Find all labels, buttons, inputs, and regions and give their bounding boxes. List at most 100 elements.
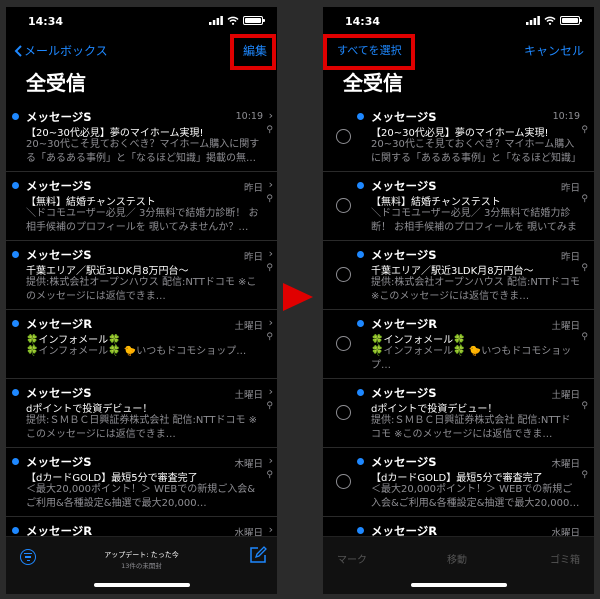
move-button[interactable]: 移動 [447,551,467,566]
message-row[interactable]: メッセージS 昨日 ⚲ 【無料】結婚チャンステスト ＼ドコモユーザー必見／ 3分無料で結… [323,172,594,241]
back-button[interactable]: メールボックス [14,42,108,59]
select-circle[interactable] [336,336,351,351]
message-sender: メッセージR [26,317,93,331]
message-sender: メッセージR [371,317,438,331]
attachment-icon: ⚲ [266,194,273,204]
unread-dot-icon [12,182,19,189]
message-sender: メッセージS [371,110,437,124]
message-row[interactable]: メッセージS 木曜日 ⚲ 【dカードGOLD】最短5分で審査完了 ＜最大20,000ポイ… [323,448,594,517]
mail-screen-right: 14:34 すべてを選択 キャンセル 全受信 メッセージS 10:19 ⚲ 【20~3… [323,7,594,594]
message-row[interactable]: メッセージS 昨日 › ⚲ 千葉エリア／駅近3LDK月8万円台～ 提供:株式会社オープンハ… [6,241,277,310]
message-sender: メッセージS [371,248,437,262]
message-date: 木曜日 [234,459,263,470]
message-list: メッセージS 10:19 › ⚲ 【20~30代必見】夢のマイホーム実現! 20~30代こ… [6,103,277,586]
unread-dot-icon [12,251,19,258]
select-circle[interactable] [336,129,351,144]
chevron-right-icon: › [268,385,273,398]
message-preview: ＜最大20,000ポイント！＞ WEBでの新規ご入会&ご利用&各種設定&抽選で最… [26,484,256,509]
edit-button-highlight [230,34,276,70]
unread-dot-icon [12,320,19,327]
message-date: 木曜日 [551,459,580,470]
mark-button[interactable]: マーク [337,551,367,566]
trash-button[interactable]: ゴミ箱 [550,551,580,566]
message-sender: メッセージS [26,248,92,262]
status-icons [526,16,582,25]
select-circle[interactable] [336,474,351,489]
message-subject: 【dカードGOLD】最短5分で審査完了 [371,473,543,484]
home-indicator [410,583,507,587]
attachment-icon: ⚲ [581,194,588,204]
back-label: メールボックス [24,44,108,58]
compose-icon[interactable] [249,546,267,564]
message-date: 土曜日 [551,321,580,332]
message-date: 土曜日 [234,321,263,332]
message-preview: ＜最大20,000ポイント！＞ WEBでの新規ご入会&ご利用&各種設定&抽選で最… [371,484,580,509]
select-circle[interactable] [336,267,351,282]
wifi-icon [544,16,556,25]
unread-dot-icon [357,182,364,189]
unread-dot-icon [12,527,19,534]
unread-dot-icon [357,458,364,465]
message-row[interactable]: メッセージS 木曜日 › ⚲ 【dカードGOLD】最短5分で審査完了 ＜最大20,000ポ… [6,448,277,517]
chevron-right-icon: › [268,247,273,260]
attachment-icon: ⚲ [266,332,273,342]
transition-arrow-icon [283,283,313,311]
chevron-right-icon: › [268,454,273,467]
wifi-icon [227,16,239,25]
message-preview: 20~30代こそ見ておくべき？マイホーム購入に関する「あるある事例」と「なるほど… [371,139,576,164]
message-row[interactable]: メッセージS 10:19 ⚲ 【20~30代必見】夢のマイホーム実現! 20~30代こそ… [323,103,594,172]
bottom-toolbar: マーク 移動 ゴミ箱 [323,536,594,594]
message-preview: ＼ドコモユーザー必見／ 3分無料で結婚力診断！ お相手候補のプロフィールを 覗い… [26,208,259,233]
message-subject: 🍀インフォメール🍀 [26,335,121,346]
message-row[interactable]: メッセージS 土曜日 › ⚲ dポイントで投資デビュー！ 提供:ＳＭＢＣ日興証券株式会社 … [6,379,277,448]
message-row[interactable]: メッセージS 10:19 › ⚲ 【20~30代必見】夢のマイホーム実現! 20~30代こ… [6,103,277,172]
filter-icon[interactable] [20,549,36,565]
chevron-right-icon: › [268,178,273,191]
unread-dot-icon [12,113,19,120]
unread-count: 13件の未開封 [121,562,162,570]
message-row[interactable]: メッセージS 土曜日 ⚲ dポイントで投資デビュー！ 提供:ＳＭＢＣ日興証券株式会社 配… [323,379,594,448]
message-row[interactable]: メッセージR 土曜日 › ⚲ 🍀インフォメール🍀 🍀インフォメール🍀 🐤いつもドコモショッ… [6,310,277,379]
battery-icon [560,16,582,25]
attachment-icon: ⚲ [266,470,273,480]
message-preview: 🍀インフォメール🍀 🐤いつもドコモショップ… [371,346,572,371]
attachment-icon: ⚲ [266,125,273,135]
message-subject: 【20~30代必見】夢のマイホーム実現! [371,128,549,139]
unread-dot-icon [357,527,364,534]
attachment-icon: ⚲ [266,263,273,273]
status-time: 14:34 [345,15,381,28]
unread-dot-icon [12,389,19,396]
message-date: 昨日 [560,252,580,263]
select-circle[interactable] [336,198,351,213]
message-date: 昨日 [243,252,263,263]
attachment-icon: ⚲ [581,332,588,342]
message-sender: メッセージS [371,179,437,193]
unread-dot-icon [357,113,364,120]
message-subject: dポイントで投資デビュー！ [26,404,153,415]
message-subject: dポイントで投資デビュー！ [371,404,498,415]
select-circle[interactable] [336,405,351,420]
unread-dot-icon [357,320,364,327]
attachment-icon: ⚲ [581,470,588,480]
message-row[interactable]: メッセージR 土曜日 ⚲ 🍀インフォメール🍀 🍀インフォメール🍀 🐤いつもドコモショップ… [323,310,594,379]
signal-icon [526,16,540,25]
mail-screen-left: 14:34 メールボックス 編集 全受信 メッセージS 10:19 › ⚲ 【20~30… [6,7,277,594]
message-row[interactable]: メッセージS 昨日 › ⚲ 【無料】結婚チャンステスト ＼ドコモユーザー必見／ 3分無料で… [6,172,277,241]
attachment-icon: ⚲ [581,263,588,273]
status-time: 14:34 [28,15,64,28]
unread-dot-icon [357,389,364,396]
message-sender: メッセージS [26,455,92,469]
chevron-right-icon: › [268,523,273,536]
cancel-button[interactable]: キャンセル [524,42,584,59]
message-date: 土曜日 [551,390,580,401]
message-date: 昨日 [560,183,580,194]
select-all-highlight [323,34,415,70]
message-sender: メッセージS [26,386,92,400]
message-subject: 【dカードGOLD】最短5分で審査完了 [26,473,198,484]
message-preview: 提供:ＳＭＢＣ日興証券株式会社 配信:NTTドコモ ※このメッセージには返信でき… [371,415,571,440]
message-row[interactable]: メッセージS 昨日 ⚲ 千葉エリア／駅近3LDK月8万円台～ 提供:株式会社オープンハウ… [323,241,594,310]
attachment-icon: ⚲ [266,401,273,411]
status-bar: 14:34 [323,7,594,37]
message-preview: 20~30代こそ見ておくべき？マイホーム購入に関する「あるある事例」と「なるほど… [26,139,260,164]
attachment-icon: ⚲ [581,125,588,135]
